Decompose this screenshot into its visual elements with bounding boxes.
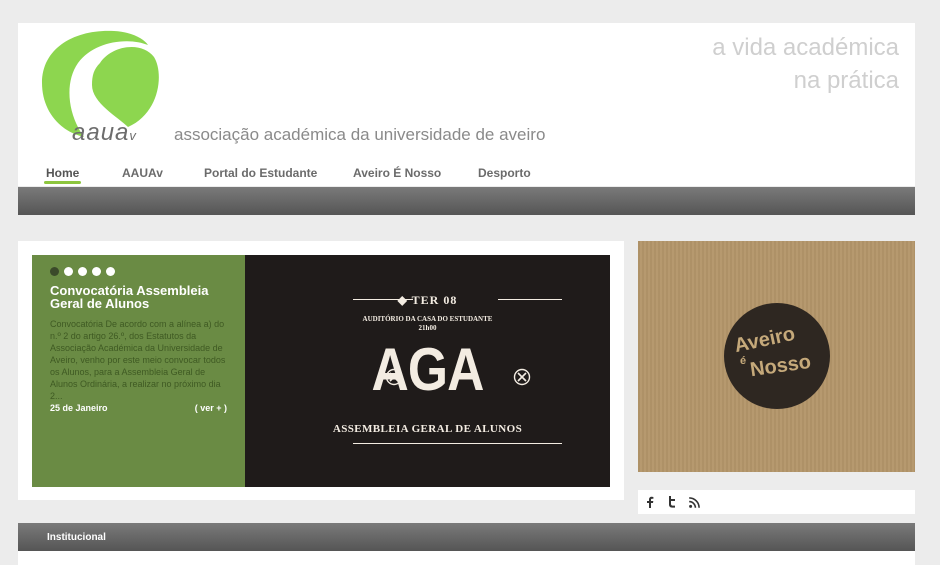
poster-venue-text: AUDITÓRIO DA CASA DO ESTUDANTE [362, 315, 493, 323]
nav-item-aveiro-e-nosso[interactable]: Aveiro É Nosso [353, 166, 441, 180]
slide-footer: 25 de Janeiro ( ver + ) [50, 403, 227, 413]
tagline: a vida académica na prática [712, 31, 899, 97]
slider-dot-1[interactable] [50, 267, 59, 276]
site-header: aauav associação académica da universida… [18, 23, 915, 186]
news-slider: Convocatória Assembleia Geral de Alunos … [18, 241, 624, 500]
content-strip [18, 551, 915, 565]
twitter-icon[interactable] [666, 496, 678, 508]
slider-dot-3[interactable] [78, 267, 87, 276]
social-links [638, 490, 915, 514]
slide-poster-image[interactable]: ◆ TER 08 AUDITÓRIO DA CASA DO ESTUDANTE … [245, 255, 610, 487]
tab-institucional[interactable]: Institucional [39, 532, 114, 554]
slide-caption: Convocatória Assembleia Geral de Alunos … [32, 255, 245, 487]
poster-venue: AUDITÓRIO DA CASA DO ESTUDANTE 21h00 [245, 315, 610, 333]
read-more-link[interactable]: ( ver + ) [195, 403, 227, 413]
logo-text: aauav [72, 119, 137, 147]
slide-excerpt: Convocatória De acordo com a alínea a) d… [50, 319, 226, 401]
slider-dot-5[interactable] [106, 267, 115, 276]
poster-date-text: TER 08 [411, 293, 458, 307]
poster-time: 21h00 [418, 324, 437, 332]
crossed-circle-icon [513, 368, 531, 386]
logo-suffix: v [129, 128, 137, 143]
rss-icon[interactable] [688, 496, 700, 508]
section-bar: Institucional [18, 523, 915, 554]
promo-word-nosso: Nosso [748, 350, 813, 382]
poster-title: AGA [371, 336, 484, 403]
promo-word-e: é [740, 355, 747, 367]
top-bar [18, 187, 915, 215]
tagline-line-1: a vida académica [712, 34, 899, 61]
crossed-circle-icon [385, 368, 403, 386]
facebook-icon[interactable] [644, 496, 656, 508]
slider-dots [50, 267, 227, 276]
association-name: associação académica da universidade de … [174, 125, 546, 144]
slide-title[interactable]: Convocatória Assembleia Geral de Alunos [50, 284, 227, 310]
slider-dot-2[interactable] [64, 267, 73, 276]
logo-word: aaua [72, 119, 130, 146]
nav-item-portal-do-estudante[interactable]: Portal do Estudante [204, 166, 317, 180]
poster-subtitle: ASSEMBLEIA GERAL DE ALUNOS [332, 423, 523, 435]
nav-item-home[interactable]: Home [43, 166, 82, 184]
poster-date: ◆ TER 08 [397, 293, 458, 307]
aveiro-e-nosso-banner[interactable]: Aveiro é Nosso [638, 241, 915, 472]
nav-item-aauav[interactable]: AAUAv [122, 166, 163, 180]
slide-date: 25 de Janeiro [50, 403, 108, 413]
nav-item-desporto[interactable]: Desporto [478, 166, 531, 180]
tagline-line-2: na prática [793, 67, 899, 94]
poster-rule-bottom [353, 443, 562, 444]
promo-badge: Aveiro é Nosso [724, 303, 830, 409]
slider-dot-4[interactable] [92, 267, 101, 276]
